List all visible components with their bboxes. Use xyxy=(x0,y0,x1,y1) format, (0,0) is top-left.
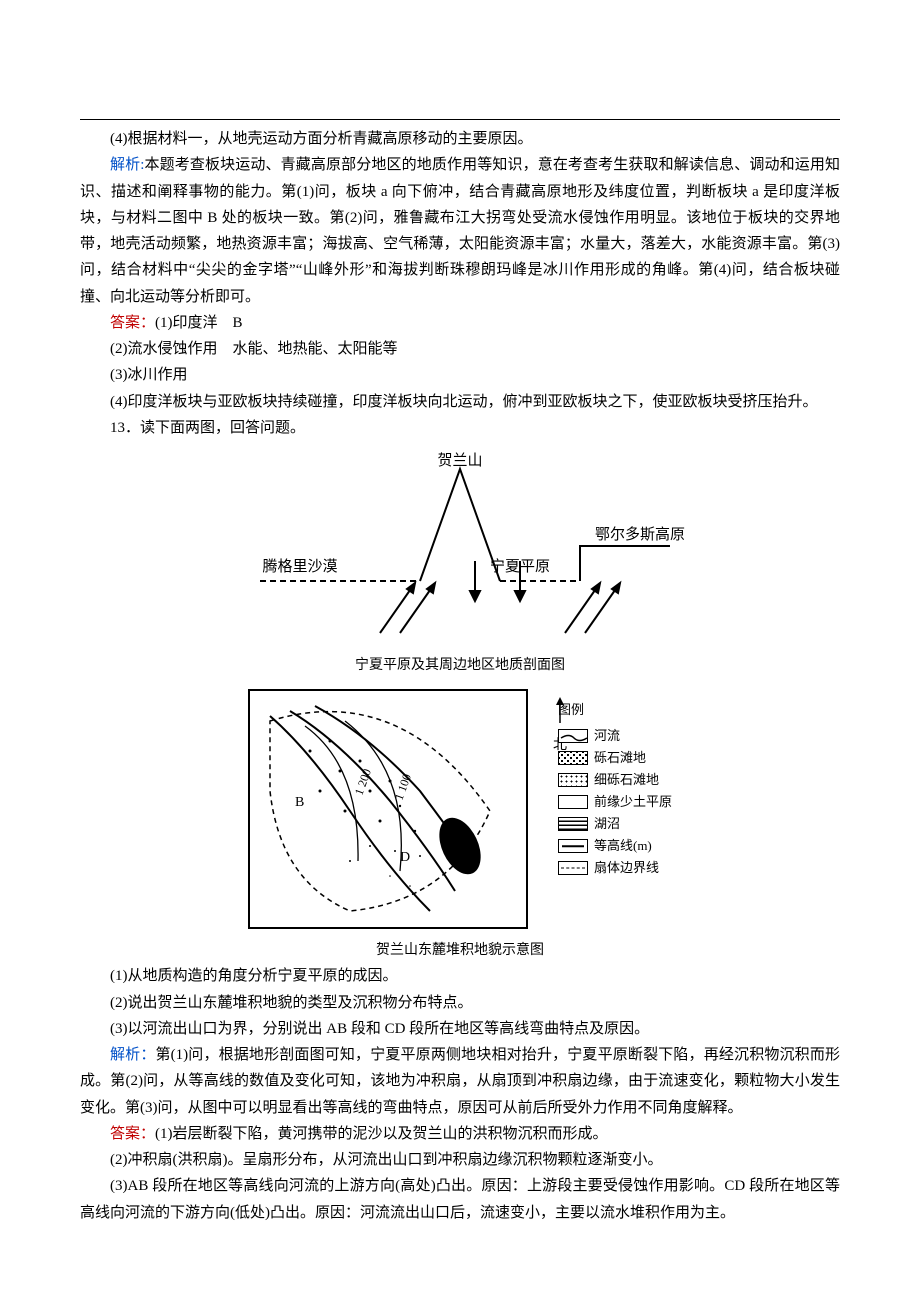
answer-13-line3: (3)AB 段所在地区等高线向河流的上游方向(高处)凸出。原因：上游段主要受侵蚀… xyxy=(80,1173,840,1226)
legend-plain-label: 前缘少土平原 xyxy=(594,791,672,813)
legend-marsh: 湖沼 xyxy=(558,813,672,835)
legend-gravel: 砾石滩地 xyxy=(558,747,672,769)
analysis-label: 解析: xyxy=(110,157,144,173)
contour-1200: 1 200 xyxy=(352,767,374,797)
q13-sub3: (3)以河流出山口为界，分别说出 AB 段和 CD 段所在地区等高线弯曲特点及原… xyxy=(80,1016,840,1042)
answer-label: 答案： xyxy=(110,315,155,331)
answer-12-line1: 答案：(1)印度洋 B xyxy=(80,310,840,336)
answer-12-line3: (3)冰川作用 xyxy=(80,362,840,388)
map-figure-row: 1 200 1 100 B D 北 图例 河流 砾石滩地 细砾石滩地 前缘少土平… xyxy=(80,689,840,929)
analysis-13-body: 第(1)问，根据地形剖面图可知，宁夏平原两侧地块相对抬升，宁夏平原断裂下陷，再经… xyxy=(80,1047,840,1116)
q13-sub1: (1)从地质构造的角度分析宁夏平原的成因。 xyxy=(80,963,840,989)
legend-title: 图例 xyxy=(558,699,672,721)
answer-12-line4: (4)印度洋板块与亚欧板块持续碰撞，印度洋板块向北运动，俯冲到亚欧板块之下，使亚… xyxy=(80,389,840,415)
map-caption: 贺兰山东麓堆积地貌示意图 xyxy=(80,939,840,964)
point-D: D xyxy=(400,850,410,865)
swatch-boundary xyxy=(558,861,588,875)
point-B: B xyxy=(295,795,304,810)
legend-gravel-label: 砾石滩地 xyxy=(594,747,646,769)
profile-caption: 宁夏平原及其周边地区地质剖面图 xyxy=(80,654,840,679)
swatch-river xyxy=(558,729,588,743)
alluvial-fan-map: 1 200 1 100 B D xyxy=(248,689,528,929)
question-13-prompt: 13．读下面两图，回答问题。 xyxy=(80,415,840,441)
swatch-fine xyxy=(558,773,588,787)
legend-river-label: 河流 xyxy=(594,725,620,747)
contour-1100: 1 100 xyxy=(392,772,414,802)
profile-svg: 贺兰山 腾格里沙漠 宁夏平原 鄂尔多斯高原 xyxy=(220,451,700,641)
analysis-body: 本题考查板块运动、青藏高原部分地区的地质作用等知识，意在考查考生获取和解读信息、… xyxy=(80,157,840,304)
swatch-marsh xyxy=(558,817,588,831)
legend-marsh-label: 湖沼 xyxy=(594,813,620,835)
legend-plain: 前缘少土平原 xyxy=(558,791,672,813)
profile-figure: 贺兰山 腾格里沙漠 宁夏平原 鄂尔多斯高原 宁夏平原及其周边地区地质剖面图 xyxy=(80,451,840,679)
label-left: 腾格里沙漠 xyxy=(262,558,337,575)
ans-12-1: (1)印度洋 B xyxy=(155,315,243,331)
analysis-13: 解析：第(1)问，根据地形剖面图可知，宁夏平原两侧地块相对抬升，宁夏平原断裂下陷… xyxy=(80,1042,840,1121)
map-svg: 1 200 1 100 B D xyxy=(250,691,526,927)
answer-13-line2: (2)冲积扇(洪积扇)。呈扇形分布，从河流出山口到冲积扇边缘沉积物颗粒逐渐变小。 xyxy=(80,1147,840,1173)
answer-13-line1: 答案：(1)岩层断裂下陷，黄河携带的泥沙以及贺兰山的洪积物沉积而形成。 xyxy=(80,1121,840,1147)
answer-blank-line xyxy=(80,100,840,120)
q4-text: (4)根据材料一，从地壳运动方面分析青藏高原移动的主要原因。 xyxy=(110,131,533,147)
legend-boundary: 扇体边界线 xyxy=(558,857,672,879)
map-container: 1 200 1 100 B D 北 xyxy=(248,689,528,929)
answer-13-label: 答案： xyxy=(110,1126,155,1142)
ans-13-1: (1)岩层断裂下陷，黄河携带的泥沙以及贺兰山的洪积物沉积而形成。 xyxy=(155,1126,608,1142)
label-right: 鄂尔多斯高原 xyxy=(595,526,685,543)
question-4-continued: (4)根据材料一，从地壳运动方面分析青藏高原移动的主要原因。 xyxy=(80,126,840,152)
q13-sub2: (2)说出贺兰山东麓堆积地貌的类型及沉积物分布特点。 xyxy=(80,990,840,1016)
legend-fine-label: 细砾石滩地 xyxy=(594,769,659,791)
legend-river: 河流 xyxy=(558,725,672,747)
answer-12-line2: (2)流水侵蚀作用 水能、地热能、太阳能等 xyxy=(80,336,840,362)
legend-boundary-label: 扇体边界线 xyxy=(594,857,659,879)
swatch-contour xyxy=(558,839,588,853)
legend-contour-label: 等高线(m) xyxy=(594,835,652,857)
north-indicator: 北 xyxy=(552,695,568,759)
analysis-13-label: 解析： xyxy=(110,1047,155,1063)
legend-contour: 等高线(m) xyxy=(558,835,672,857)
legend-fine: 细砾石滩地 xyxy=(558,769,672,791)
swatch-plain xyxy=(558,795,588,809)
map-legend: 图例 河流 砾石滩地 细砾石滩地 前缘少土平原 湖沼 等高线(m) 扇体边界线 xyxy=(558,689,672,880)
analysis-12: 解析:本题考查板块运动、青藏高原部分地区的地质作用等知识，意在考查考生获取和解读… xyxy=(80,152,840,310)
label-mountain: 贺兰山 xyxy=(437,452,482,469)
